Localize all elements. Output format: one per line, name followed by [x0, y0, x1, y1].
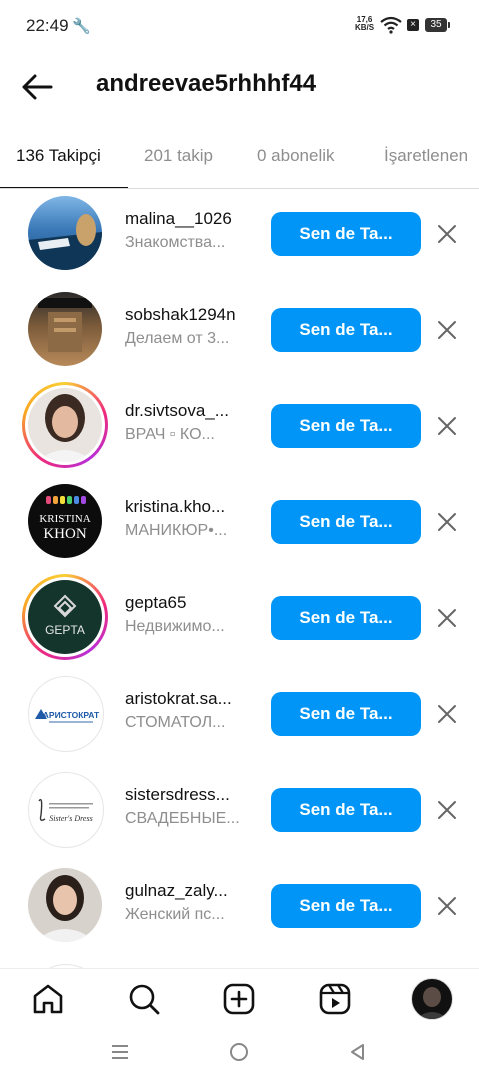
svg-text:АРИСТОКРАТ: АРИСТОКРАТ: [43, 710, 100, 720]
search-icon[interactable]: [126, 981, 162, 1017]
svg-text:KRISTINA: KRISTINA: [39, 513, 90, 525]
avatar[interactable]: [28, 388, 102, 462]
follow-back-button[interactable]: Sen de Ta...: [271, 884, 421, 928]
svg-text:KHON: KHON: [43, 526, 86, 542]
avatar-image: KRISTINA KHON: [39, 496, 91, 542]
reels-icon[interactable]: [317, 981, 353, 1017]
system-navigation-bar: [0, 1028, 479, 1080]
status-bar: 22:49 🔧 17,6 KB/S × 35: [0, 0, 479, 52]
user-subtitle: Знакомства...: [125, 234, 226, 251]
tab-followers[interactable]: 136 Takipçi: [16, 146, 101, 166]
profile-image: [416, 987, 448, 1019]
back-system-icon[interactable]: [348, 1042, 368, 1062]
username[interactable]: kristina.kho...: [125, 497, 257, 517]
user-subtitle: СТОМАТОЛ...: [125, 714, 226, 731]
network-speed: 17,6 KB/S: [355, 15, 375, 32]
avatar[interactable]: [28, 196, 102, 270]
avatar[interactable]: KRISTINA KHON: [28, 484, 102, 558]
user-subtitle: СВАДЕБНЫЕ...: [125, 810, 240, 827]
avatar-image: Sister's Dress: [38, 798, 93, 823]
follow-back-button[interactable]: Sen de Ta...: [271, 308, 421, 352]
profile-avatar[interactable]: [411, 978, 453, 1020]
avatar-image: [36, 394, 94, 462]
username[interactable]: dr.sivtsova_...: [125, 401, 257, 421]
follow-back-button[interactable]: Sen de Ta...: [271, 212, 421, 256]
avatar-image: [38, 298, 92, 352]
tab-subscriptions[interactable]: 0 abonelik: [257, 146, 335, 166]
close-icon[interactable]: [436, 895, 458, 917]
user-subtitle: Женский пс...: [125, 906, 225, 923]
avatar-image: [34, 875, 96, 942]
svg-text:Sister's Dress: Sister's Dress: [49, 814, 92, 823]
tab-bar: 136 Takipçi 201 takip 0 abonelik İşaretl…: [0, 136, 479, 189]
list-item[interactable]: [0, 956, 479, 968]
follow-back-button[interactable]: Sen de Ta...: [271, 692, 421, 736]
tab-following[interactable]: 201 takip: [144, 146, 213, 166]
avatar[interactable]: [28, 292, 102, 366]
list-item[interactable]: Sister's Dress sistersdress... СВАДЕБНЫЕ…: [0, 764, 479, 860]
story-ring[interactable]: [22, 382, 108, 468]
sim-off-icon: ×: [407, 19, 419, 31]
username[interactable]: sistersdress...: [125, 785, 257, 805]
close-icon[interactable]: [436, 319, 458, 341]
list-item[interactable]: KRISTINA KHON kristina.kho... МАНИКЮР•..…: [0, 476, 479, 572]
username[interactable]: gepta65: [125, 593, 257, 613]
follow-back-button[interactable]: Sen de Ta...: [271, 596, 421, 640]
follow-back-button[interactable]: Sen de Ta...: [271, 500, 421, 544]
user-subtitle: Делаем от 3...: [125, 330, 230, 347]
avatar[interactable]: Sister's Dress: [28, 772, 104, 848]
list-item[interactable]: АРИСТОКРАТ aristokrat.sa... СТОМАТОЛ... …: [0, 668, 479, 764]
close-icon[interactable]: [436, 799, 458, 821]
home-icon[interactable]: [30, 981, 66, 1017]
username[interactable]: malina__1026: [125, 209, 257, 229]
avatar[interactable]: GEPTA: [28, 580, 102, 654]
list-item[interactable]: gulnaz_zaly... Женский пс... Sen de Ta..…: [0, 860, 479, 956]
wrench-icon: 🔧: [72, 18, 91, 35]
username[interactable]: aristokrat.sa...: [125, 689, 257, 709]
username[interactable]: gulnaz_zaly...: [125, 881, 257, 901]
user-subtitle: Недвижимо...: [125, 618, 225, 635]
home-system-icon[interactable]: [229, 1042, 249, 1062]
follow-back-button[interactable]: Sen de Ta...: [271, 788, 421, 832]
recent-apps-icon[interactable]: [110, 1042, 130, 1062]
status-time: 22:49: [26, 16, 69, 35]
close-icon[interactable]: [436, 223, 458, 245]
list-item[interactable]: dr.sivtsova_... ВРАЧ ▫ КО... Sen de Ta..…: [0, 380, 479, 476]
list-item[interactable]: malina__1026 Знакомства... Sen de Ta...: [0, 188, 479, 284]
svg-text:GEPTA: GEPTA: [45, 623, 85, 637]
header: andreevae5rhhhf44: [0, 52, 479, 122]
user-subtitle: ВРАЧ ▫ КО...: [125, 426, 215, 443]
avatar-image: АРИСТОКРАТ: [35, 709, 100, 723]
close-icon[interactable]: [436, 511, 458, 533]
wifi-icon: [380, 16, 402, 34]
avatar[interactable]: [28, 868, 102, 942]
close-icon[interactable]: [436, 415, 458, 437]
avatar[interactable]: АРИСТОКРАТ: [28, 676, 104, 752]
avatar-image: [28, 214, 102, 270]
back-arrow-icon[interactable]: [20, 72, 54, 102]
user-subtitle: МАНИКЮР•...: [125, 522, 228, 539]
list-item[interactable]: sobshak1294n Делаем от 3... Sen de Ta...: [0, 284, 479, 380]
battery-indicator: 35: [425, 18, 450, 32]
story-ring[interactable]: GEPTA: [22, 574, 108, 660]
close-icon[interactable]: [436, 607, 458, 629]
tab-tagged[interactable]: İşaretlenen: [384, 146, 468, 166]
follow-back-button[interactable]: Sen de Ta...: [271, 404, 421, 448]
list-item[interactable]: GEPTA gepta65 Недвижимо... Sen de Ta...: [0, 572, 479, 668]
avatar-image: GEPTA: [45, 594, 85, 637]
close-icon[interactable]: [436, 703, 458, 725]
create-post-icon[interactable]: [221, 981, 257, 1017]
bottom-navigation: [0, 968, 479, 1029]
username[interactable]: sobshak1294n: [125, 305, 257, 325]
page-title: andreevae5rhhhf44: [96, 70, 317, 97]
